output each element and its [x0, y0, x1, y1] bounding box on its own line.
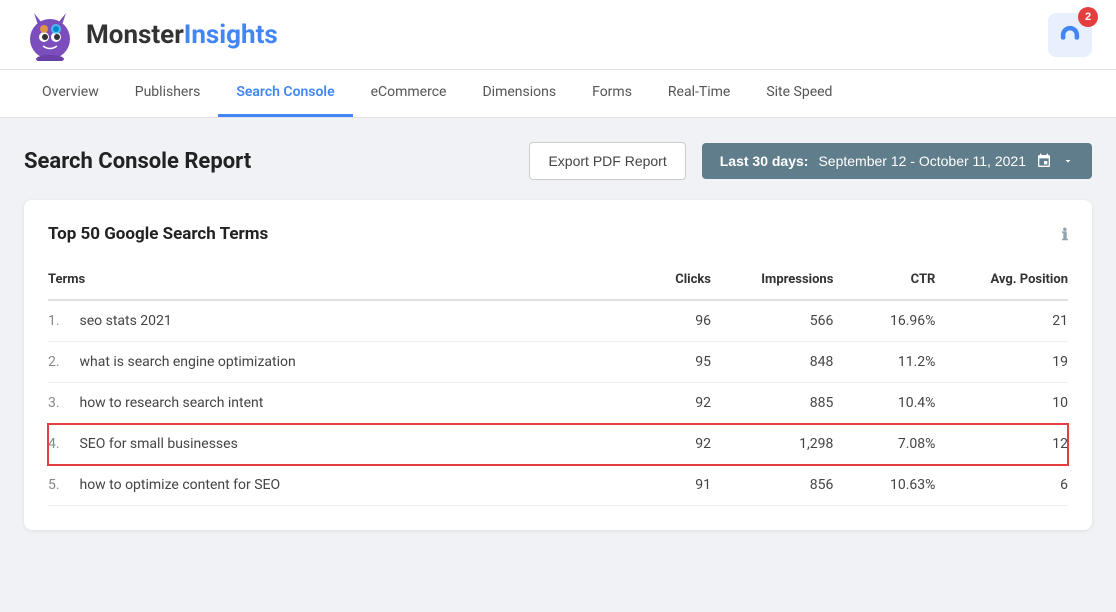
logo-area: MonsterInsights	[24, 9, 278, 61]
table-row: 2. what is search engine optimization 95…	[48, 342, 1068, 383]
term-text: how to optimize content for SEO	[79, 477, 280, 493]
cell-impressions: 566	[711, 300, 833, 342]
cell-clicks: 96	[609, 300, 711, 342]
notification-button[interactable]: 2	[1048, 13, 1092, 57]
cell-impressions: 885	[711, 383, 833, 424]
term-text: what is search engine optimization	[79, 354, 295, 370]
nav-item-forms[interactable]: Forms	[574, 70, 650, 117]
nav-item-publishers[interactable]: Publishers	[117, 70, 219, 117]
search-terms-table: Terms Clicks Impressions CTR Avg. Positi…	[48, 264, 1068, 506]
cell-clicks: 92	[609, 383, 711, 424]
row-number: 4.	[48, 436, 76, 452]
date-range-label: Last 30 days:	[720, 153, 809, 169]
cell-avg-position: 6	[935, 465, 1068, 506]
cell-term: 1. seo stats 2021	[48, 300, 609, 342]
search-terms-card: Top 50 Google Search Terms ℹ Terms Click…	[24, 200, 1092, 530]
notification-area: 2	[1048, 13, 1092, 57]
col-header-terms: Terms	[48, 264, 609, 300]
support-icon	[1059, 24, 1081, 46]
table-row: 5. how to optimize content for SEO 91 85…	[48, 465, 1068, 506]
row-number: 3.	[48, 395, 76, 411]
nav-item-ecommerce[interactable]: eCommerce	[353, 70, 465, 117]
date-range-value: September 12 - October 11, 2021	[818, 153, 1026, 169]
export-pdf-button[interactable]: Export PDF Report	[529, 142, 685, 180]
page-title: Search Console Report	[24, 149, 513, 174]
cell-ctr: 10.63%	[833, 465, 935, 506]
col-header-avg-position: Avg. Position	[935, 264, 1068, 300]
notification-badge: 2	[1078, 7, 1098, 27]
term-text: SEO for small businesses	[79, 436, 237, 452]
nav-item-real-time[interactable]: Real-Time	[650, 70, 748, 117]
calendar-icon	[1036, 153, 1052, 169]
cell-avg-position: 21	[935, 300, 1068, 342]
cell-clicks: 91	[609, 465, 711, 506]
cell-ctr: 16.96%	[833, 300, 935, 342]
main-content: Search Console Report Export PDF Report …	[0, 118, 1116, 554]
page-header: Search Console Report Export PDF Report …	[24, 142, 1092, 180]
col-header-impressions: Impressions	[711, 264, 833, 300]
term-text: seo stats 2021	[79, 313, 171, 329]
date-range-button[interactable]: Last 30 days: September 12 - October 11,…	[702, 143, 1092, 179]
header: MonsterInsights 2	[0, 0, 1116, 70]
cell-clicks: 95	[609, 342, 711, 383]
table-row: 3. how to research search intent 92 885 …	[48, 383, 1068, 424]
nav-item-site-speed[interactable]: Site Speed	[748, 70, 850, 117]
chevron-down-icon	[1062, 155, 1074, 167]
info-icon[interactable]: ℹ	[1062, 225, 1068, 244]
row-number: 5.	[48, 477, 76, 493]
cell-term: 3. how to research search intent	[48, 383, 609, 424]
card-title: Top 50 Google Search Terms	[48, 224, 268, 244]
cell-term: 2. what is search engine optimization	[48, 342, 609, 383]
cell-ctr: 11.2%	[833, 342, 935, 383]
nav-item-overview[interactable]: Overview	[24, 70, 117, 117]
cell-ctr: 7.08%	[833, 424, 935, 465]
nav-item-search-console[interactable]: Search Console	[218, 70, 352, 117]
cell-term: 5. how to optimize content for SEO	[48, 465, 609, 506]
table-row: 4. SEO for small businesses 92 1,298 7.0…	[48, 424, 1068, 465]
term-text: how to research search intent	[79, 395, 263, 411]
logo-text: MonsterInsights	[86, 20, 278, 50]
cell-avg-position: 12	[935, 424, 1068, 465]
col-header-ctr: CTR	[833, 264, 935, 300]
row-number: 1.	[48, 313, 76, 329]
logo-icon	[24, 9, 76, 61]
nav-item-dimensions[interactable]: Dimensions	[464, 70, 574, 117]
cell-avg-position: 10	[935, 383, 1068, 424]
cell-clicks: 92	[609, 424, 711, 465]
card-title-row: Top 50 Google Search Terms ℹ	[48, 224, 1068, 244]
cell-impressions: 1,298	[711, 424, 833, 465]
cell-avg-position: 19	[935, 342, 1068, 383]
cell-ctr: 10.4%	[833, 383, 935, 424]
cell-impressions: 856	[711, 465, 833, 506]
cell-impressions: 848	[711, 342, 833, 383]
cell-term: 4. SEO for small businesses	[48, 424, 609, 465]
navigation: Overview Publishers Search Console eComm…	[0, 70, 1116, 118]
col-header-clicks: Clicks	[609, 264, 711, 300]
table-row: 1. seo stats 2021 96 566 16.96% 21	[48, 300, 1068, 342]
row-number: 2.	[48, 354, 76, 370]
